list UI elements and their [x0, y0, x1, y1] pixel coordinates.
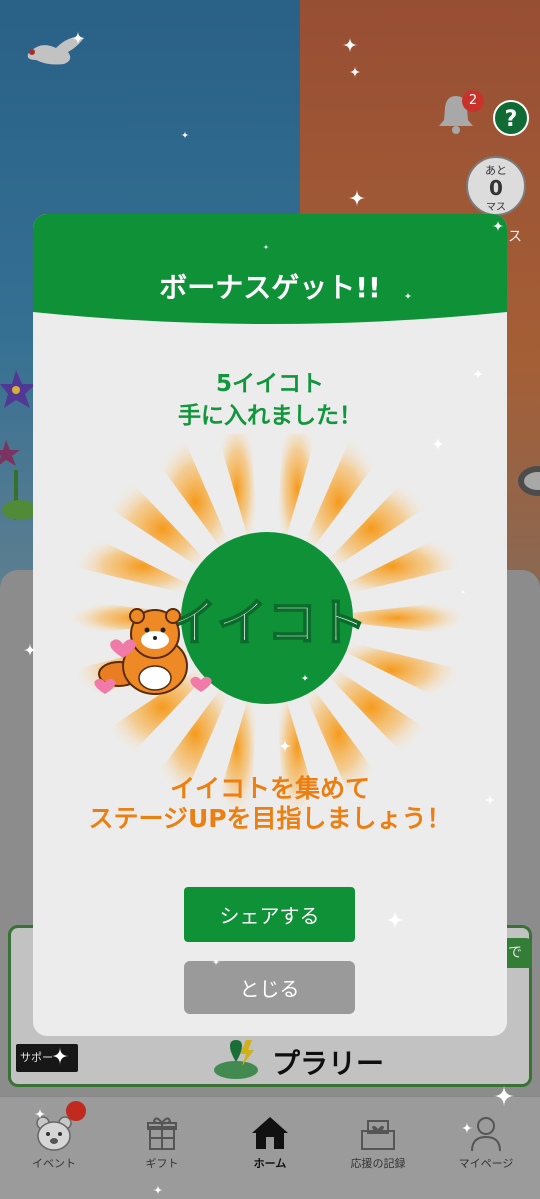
nav-label-gift: ギフト: [145, 1157, 179, 1170]
nav-records[interactable]: 応援の記録: [324, 1097, 432, 1199]
nav-label-records: 応援の記録: [350, 1157, 406, 1170]
cta-line-2: ステージUPを目指しましょう！: [88, 804, 452, 833]
remaining-suffix: ス: [508, 229, 522, 245]
cta-message: イイコトを集めて ステージUPを目指しましょう！: [33, 774, 507, 834]
bottom-nav: イベント ギフト ホーム 応援の記録 マイページ: [0, 1096, 540, 1199]
bear-icon: [36, 1116, 72, 1151]
person-icon: [471, 1117, 501, 1152]
nav-mypage[interactable]: マイページ: [432, 1097, 540, 1199]
bonus-modal: ボーナスゲット!! 5イイコト 手に入れました！ イイコト イイコトを集めて ス…: [33, 214, 507, 1036]
cta-line-1: イイコトを集めて: [169, 774, 370, 803]
reward-message: 5イイコト 手に入れました！: [33, 368, 507, 432]
help-button[interactable]: ?: [493, 100, 529, 136]
gift-icon: [147, 1117, 177, 1150]
nav-label-home: ホーム: [253, 1157, 287, 1170]
notification-badge: 2: [462, 90, 484, 112]
nav-home[interactable]: ホーム: [216, 1097, 324, 1199]
reward-line-1: 5イイコト: [215, 371, 324, 397]
home-icon: [252, 1117, 288, 1149]
modal-title: ボーナスゲット!!: [159, 271, 381, 304]
close-button[interactable]: とじる: [184, 961, 355, 1014]
remaining-unit: マス: [486, 202, 506, 213]
nav-label-event: イベント: [32, 1157, 76, 1170]
nav-label-mypage: マイページ: [458, 1157, 514, 1170]
share-button[interactable]: シェアする: [184, 887, 355, 942]
record-box-icon: [361, 1120, 395, 1150]
remaining-value: 0: [489, 176, 503, 200]
reward-line-2: 手に入れました！: [178, 403, 362, 429]
ikoto-coin-text: イイコト: [167, 594, 367, 652]
remaining-steps-indicator: あと 0 マス: [466, 156, 526, 216]
event-alert-dot: [66, 1101, 86, 1121]
nav-event[interactable]: イベント: [0, 1097, 108, 1199]
nav-gift[interactable]: ギフト: [108, 1097, 216, 1199]
